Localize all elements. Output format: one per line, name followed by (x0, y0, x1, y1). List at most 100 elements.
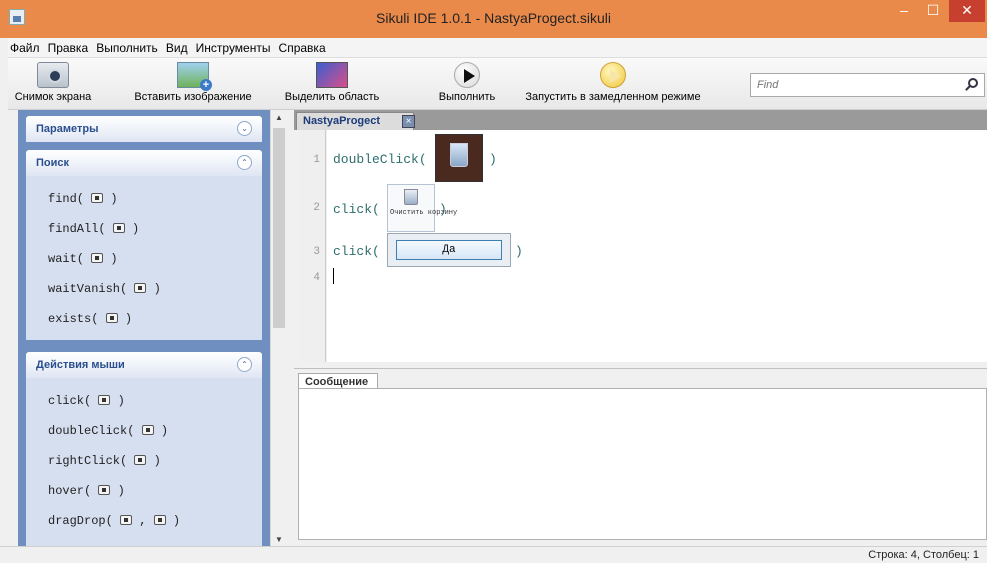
message-output-area[interactable] (298, 388, 987, 540)
select-region-label: Выделить область (284, 91, 380, 103)
cmd-paren: ) (117, 394, 125, 408)
cmd-doubleclick[interactable]: doubleClick( ) (48, 424, 168, 438)
panel-parameters-title: Параметры (36, 123, 99, 135)
cmd-click[interactable]: click( ) (48, 394, 125, 408)
line-number: 4 (313, 272, 320, 284)
cmd-paren: ) (117, 484, 125, 498)
cmd-dragdrop[interactable]: dragDrop( , ) (48, 514, 180, 528)
yes-button-image-pattern[interactable]: Да (387, 233, 511, 267)
close-window-button[interactable]: ✕ (949, 0, 985, 22)
scroll-up-icon[interactable]: ▲ (271, 110, 287, 126)
status-bar: Строка: 4, Столбец: 1 (0, 546, 987, 563)
collapse-icon[interactable]: ⌃ (237, 155, 252, 170)
cmd-label: waitVanish( (48, 282, 128, 296)
menu-run[interactable]: Выполнить (94, 38, 161, 55)
line-number: 2 (313, 202, 320, 214)
editor-tab-strip: NastyaProgect × (294, 110, 987, 130)
cmd-waitvanish[interactable]: waitVanish( ) (48, 282, 161, 296)
camera-icon (141, 425, 154, 435)
camera-icon (105, 313, 118, 323)
code-paren: ) (439, 202, 447, 217)
title-bar: Sikuli IDE 1.0.1 - NastyaProgect.sikuli … (0, 0, 987, 38)
run-slow-label: Запустить в замедленном режиме (525, 91, 701, 103)
select-region-button[interactable]: Выделить область (282, 58, 382, 110)
cmd-find[interactable]: find( ) (48, 192, 118, 206)
cmd-rightclick[interactable]: rightClick( ) (48, 454, 161, 468)
collapse-icon[interactable]: ⌃ (237, 357, 252, 372)
region-icon (316, 62, 348, 88)
cmd-label: rightClick( (48, 454, 128, 468)
screenshot-button[interactable]: Снимок экрана (10, 58, 96, 110)
camera-icon (98, 485, 111, 495)
cmd-paren: ) (110, 252, 118, 266)
camera-icon (98, 395, 111, 405)
cmd-paren: ) (110, 192, 118, 206)
tab-message-label: Сообщение (305, 376, 369, 388)
camera-icon (37, 62, 69, 88)
cmd-paren: ) (124, 312, 133, 326)
find-box (750, 73, 985, 97)
cursor-position: Строка: 4, Столбец: 1 (868, 549, 979, 561)
code-call: click( (333, 202, 380, 217)
cmd-exists[interactable]: exists( ) (48, 312, 132, 326)
cmd-label: hover( (48, 484, 92, 498)
panel-mouse[interactable]: Действия мыши ⌃ (26, 352, 262, 378)
line-number: 1 (313, 154, 320, 166)
cmd-label: exists( (48, 312, 99, 326)
menu-help[interactable]: Справка (277, 38, 329, 55)
panel-search[interactable]: Поиск ⌃ (26, 150, 262, 176)
find-input[interactable] (757, 75, 957, 95)
cmd-paren: ) (160, 424, 169, 438)
cmd-findall[interactable]: findAll( ) (48, 222, 139, 236)
recycle-bin-icon (404, 189, 418, 205)
panel-parameters[interactable]: Параметры ⌄ (26, 116, 262, 142)
close-icon[interactable]: × (402, 115, 415, 128)
window-title: Sikuli IDE 1.0.1 - NastyaProgect.sikuli (376, 10, 611, 26)
cmd-paren: ) (132, 222, 140, 236)
code-editor[interactable]: doubleClick( ) click( Очистить корзину )… (327, 130, 987, 362)
cmd-label: click( (48, 394, 92, 408)
clear-bin-image-pattern[interactable]: Очистить корзину (387, 184, 457, 232)
maximize-button[interactable]: ☐ (919, 0, 947, 22)
code-paren: ) (489, 152, 497, 167)
camera-icon (91, 193, 104, 203)
cmd-hover[interactable]: hover( ) (48, 484, 125, 498)
expand-icon[interactable]: ⌄ (237, 121, 252, 136)
code-paren: ) (515, 244, 523, 259)
panel-search-body: find( ) findAll( ) wait( ) waitVanish( )… (26, 176, 262, 340)
cmd-label: find( (48, 192, 85, 206)
menu-tools[interactable]: Инструменты (194, 38, 274, 55)
panel-mouse-body: click( ) doubleClick( ) rightClick( ) ho… (26, 378, 262, 548)
search-icon[interactable] (968, 78, 978, 88)
cmd-label: doubleClick( (48, 424, 135, 438)
cmd-comma: , (139, 514, 147, 528)
sidebar-scrollbar[interactable]: ▲ ▼ (270, 110, 287, 548)
screenshot-label: Снимок экрана (14, 91, 92, 103)
trash-image-pattern[interactable] (435, 134, 483, 182)
menu-bar: Файл Правка Выполнить Вид Инструменты Сп… (8, 38, 987, 58)
cmd-paren: ) (172, 514, 181, 528)
toolbar: Снимок экрана Вставить изображение Выдел… (8, 58, 987, 110)
line-number-gutter: 1 2 3 4 (298, 130, 326, 362)
scroll-thumb[interactable] (273, 128, 285, 328)
code-line-1[interactable]: doubleClick( ) (333, 134, 497, 182)
tab-label: NastyaProgect (303, 115, 381, 127)
code-line-3[interactable]: click( Да ) (333, 233, 523, 267)
insert-image-button[interactable]: Вставить изображение (126, 58, 260, 110)
run-button[interactable]: Выполнить (432, 58, 502, 110)
code-call: doubleClick( (333, 152, 427, 167)
menu-file[interactable]: Файл (8, 38, 43, 55)
code-line-2[interactable]: click( Очистить корзину ) (333, 184, 457, 232)
camera-icon (91, 253, 104, 263)
camera-icon (112, 223, 125, 233)
menu-edit[interactable]: Правка (46, 38, 92, 55)
run-slow-button[interactable]: Запустить в замедленном режиме (516, 58, 710, 110)
code-call: click( (333, 244, 380, 259)
text-caret (333, 268, 334, 284)
menu-view[interactable]: Вид (164, 38, 191, 55)
cmd-label: wait( (48, 252, 85, 266)
command-sidebar: Параметры ⌄ Поиск ⌃ find( ) findAll( ) w… (18, 110, 270, 548)
cmd-wait[interactable]: wait( ) (48, 252, 118, 266)
minimize-button[interactable]: – (890, 0, 918, 22)
tab-nastyaprogect[interactable]: NastyaProgect × (296, 112, 415, 130)
